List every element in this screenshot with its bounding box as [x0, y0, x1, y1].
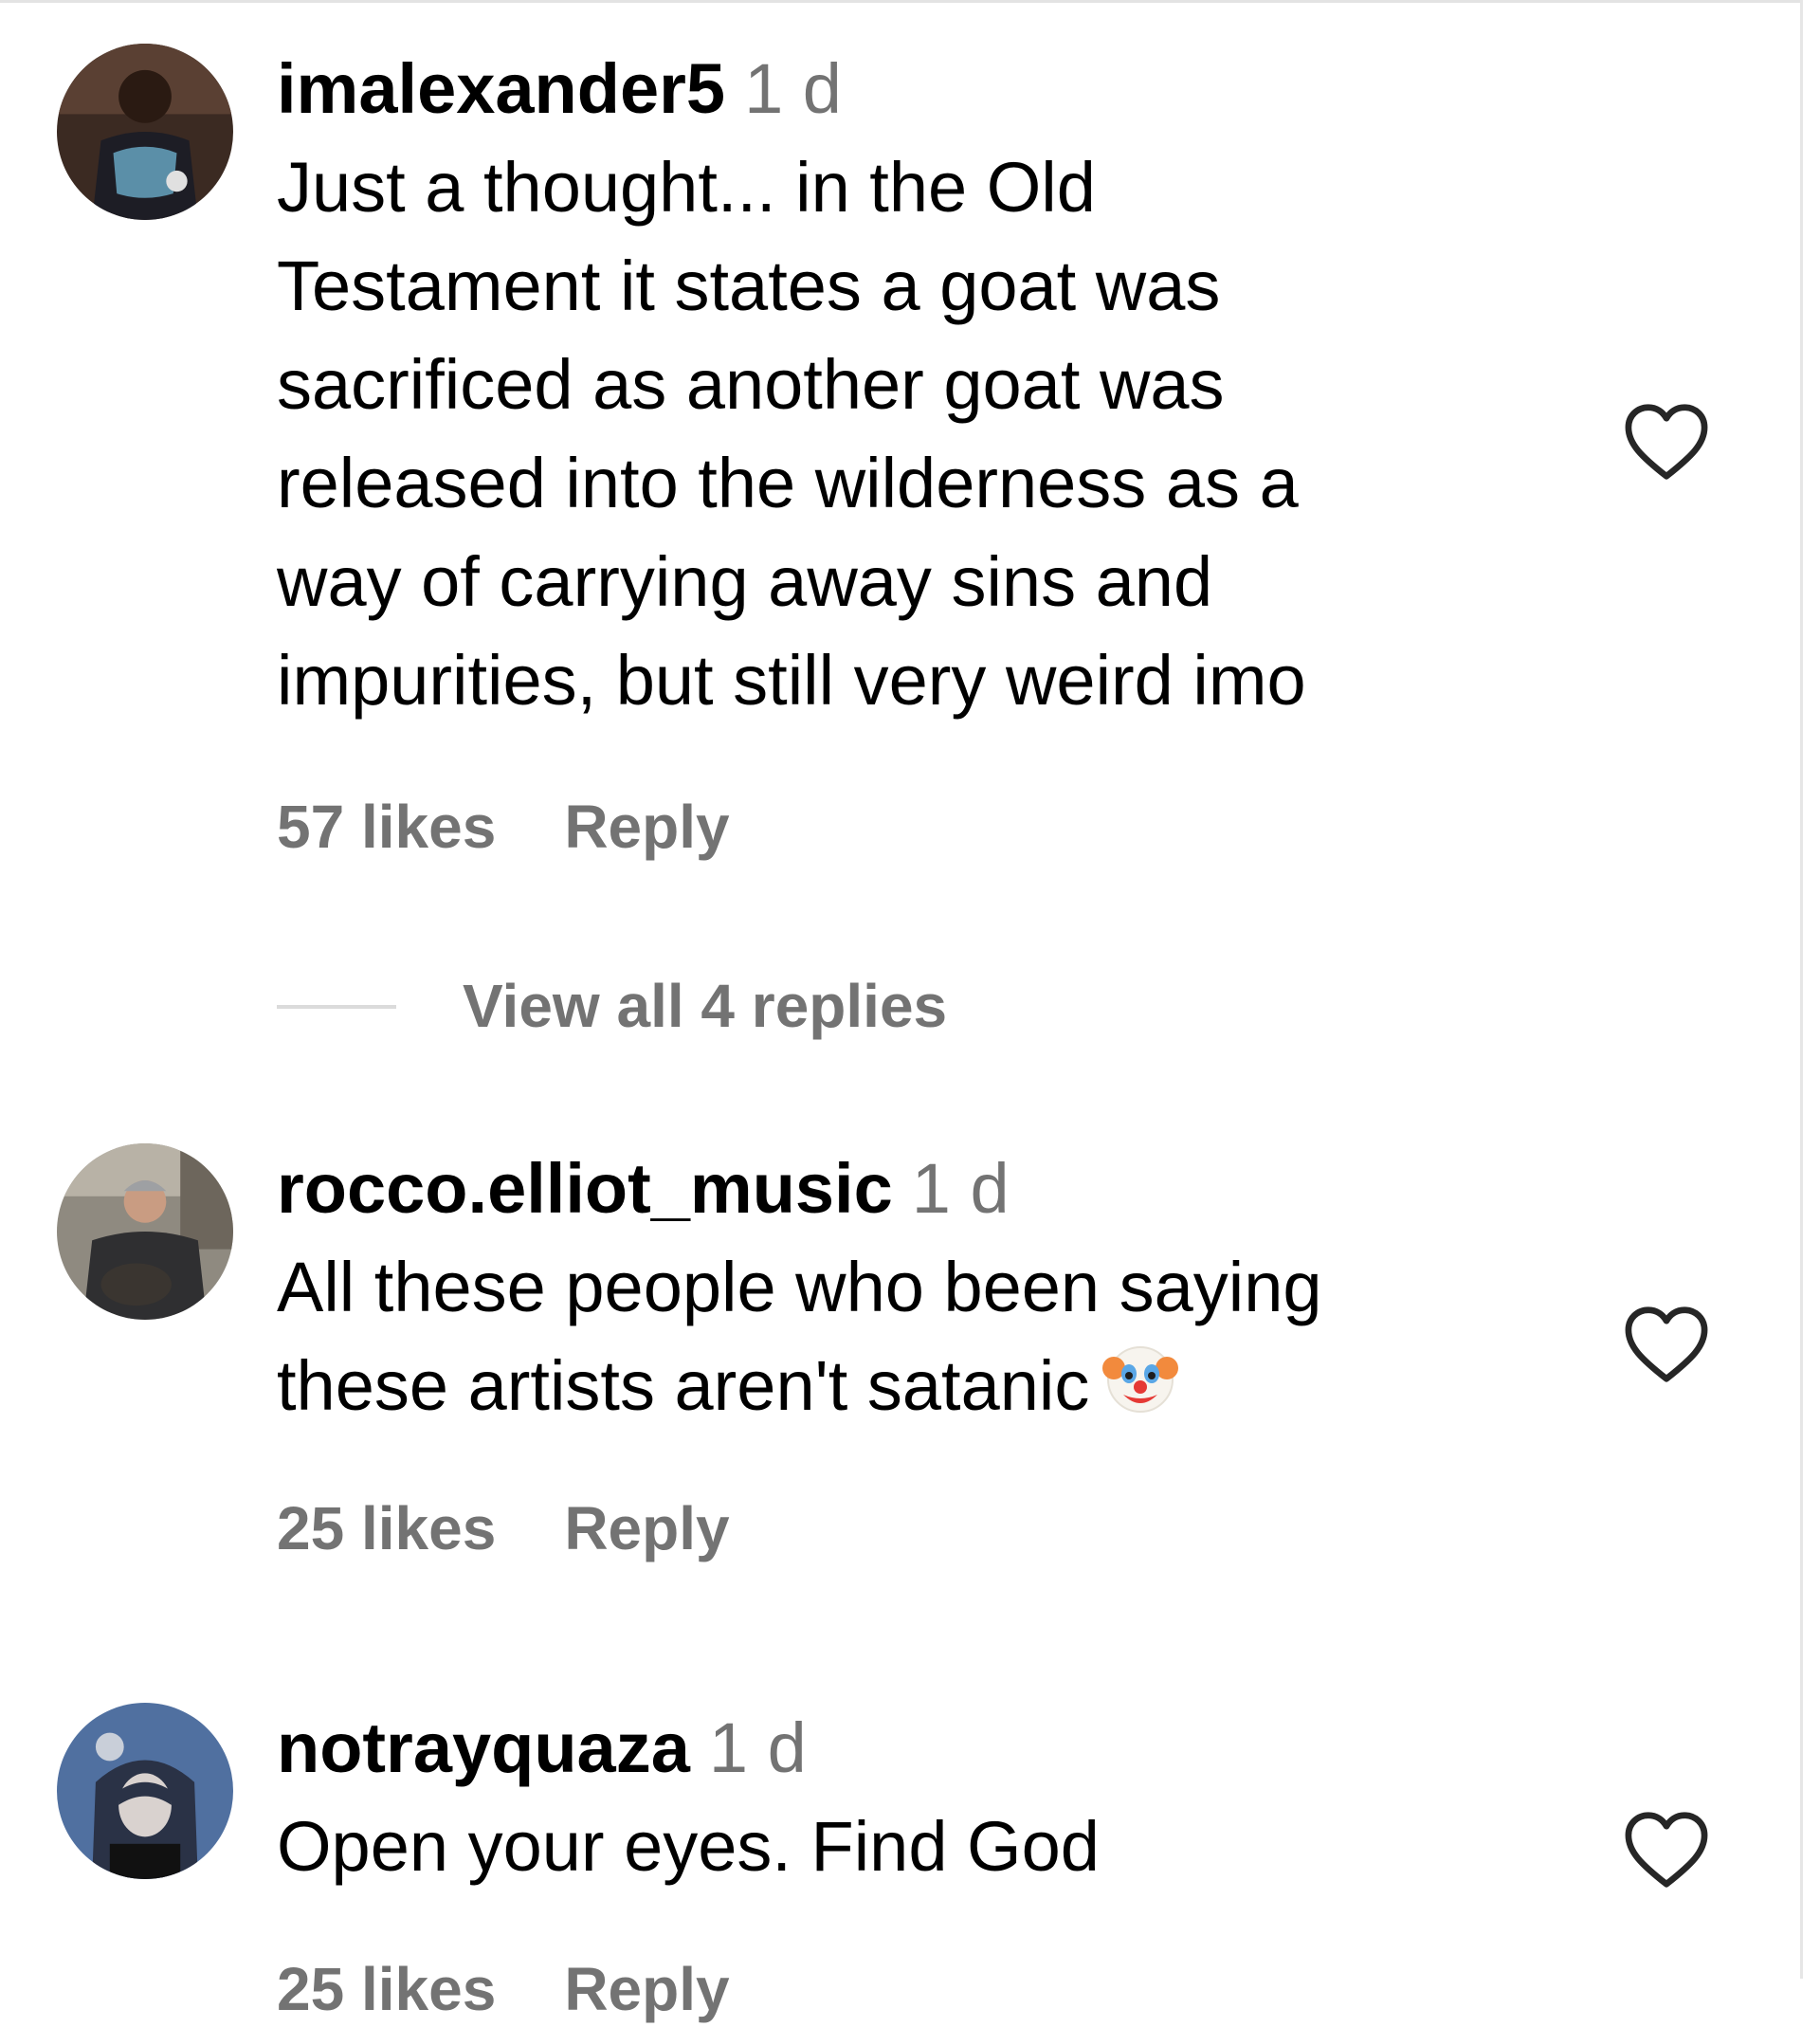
comment-item: imalexander5 1 d Just a thought... in the…: [0, 0, 1792, 1081]
view-replies: View all 4 replies: [277, 968, 947, 1044]
profile-photo-icon: [57, 1143, 233, 1320]
comment-text-line: Testament it states a goat was: [277, 247, 1221, 325]
comment-text-line: Just a thought... in the Old: [277, 148, 1096, 227]
heart-outline-icon: [1625, 1812, 1708, 1888]
clown-face-emoji-icon: [1102, 1342, 1179, 1417]
comment-text-line: these artists aren't satanic: [277, 1337, 1509, 1435]
view-replies-button[interactable]: View all 4 replies: [463, 972, 947, 1040]
comment-text-line: sacrificed as another goat was: [277, 345, 1225, 424]
reply-button[interactable]: Reply: [564, 1494, 729, 1562]
comment-timestamp[interactable]: 1 d: [709, 1708, 807, 1787]
comment-text-line: All these people who been saying: [277, 1248, 1322, 1326]
comment-meta: 25 likes Reply: [277, 1490, 1509, 1566]
comment-timestamp[interactable]: 1 d: [744, 49, 842, 128]
comment-text-line: way of carrying away sins and: [277, 542, 1213, 621]
comment-timestamp[interactable]: 1 d: [912, 1149, 1010, 1228]
comment-username[interactable]: imalexander5: [277, 49, 725, 128]
likes-count[interactable]: 25 likes: [277, 1494, 496, 1562]
comment-text-line: impurities, but still very weird imo: [277, 641, 1306, 720]
profile-photo-icon: [57, 1703, 233, 1879]
comment-meta: 57 likes Reply: [277, 789, 1509, 865]
avatar[interactable]: [57, 1703, 233, 1879]
comment-text-line: released into the wilderness as a: [277, 444, 1299, 522]
scrollbar-track[interactable]: [1800, 0, 1803, 1979]
comment-meta: 25 likes Reply: [277, 1951, 1509, 2027]
heart-outline-icon: [1625, 404, 1708, 480]
replies-divider: [277, 1005, 396, 1010]
reply-button[interactable]: Reply: [564, 793, 729, 861]
reply-button[interactable]: Reply: [564, 1955, 729, 2023]
comment-item: notrayquaza 1 d Open your eyes. Find God …: [0, 1688, 1792, 2023]
avatar[interactable]: [57, 1143, 233, 1320]
heart-outline-icon: [1625, 1306, 1708, 1382]
comment-item: rocco.elliot_music 1 d All these people w…: [0, 1128, 1792, 1659]
avatar[interactable]: [57, 44, 233, 220]
comment-text-line: Open your eyes. Find God: [277, 1807, 1100, 1886]
comment-text: Open your eyes. Find God: [277, 1798, 1509, 1896]
like-button[interactable]: [1623, 402, 1710, 482]
comment-text: All these people who been saying these a…: [277, 1238, 1509, 1435]
comment-text-fragment: these artists aren't satanic: [277, 1346, 1090, 1425]
comment-text: Just a thought... in the Old Testament i…: [277, 138, 1509, 730]
likes-count[interactable]: 57 likes: [277, 793, 496, 861]
comment-username[interactable]: notrayquaza: [277, 1708, 690, 1787]
like-button[interactable]: [1623, 1305, 1710, 1384]
comment-username[interactable]: rocco.elliot_music: [277, 1149, 893, 1228]
likes-count[interactable]: 25 likes: [277, 1955, 496, 2023]
profile-photo-icon: [57, 44, 233, 220]
like-button[interactable]: [1623, 1810, 1710, 1890]
